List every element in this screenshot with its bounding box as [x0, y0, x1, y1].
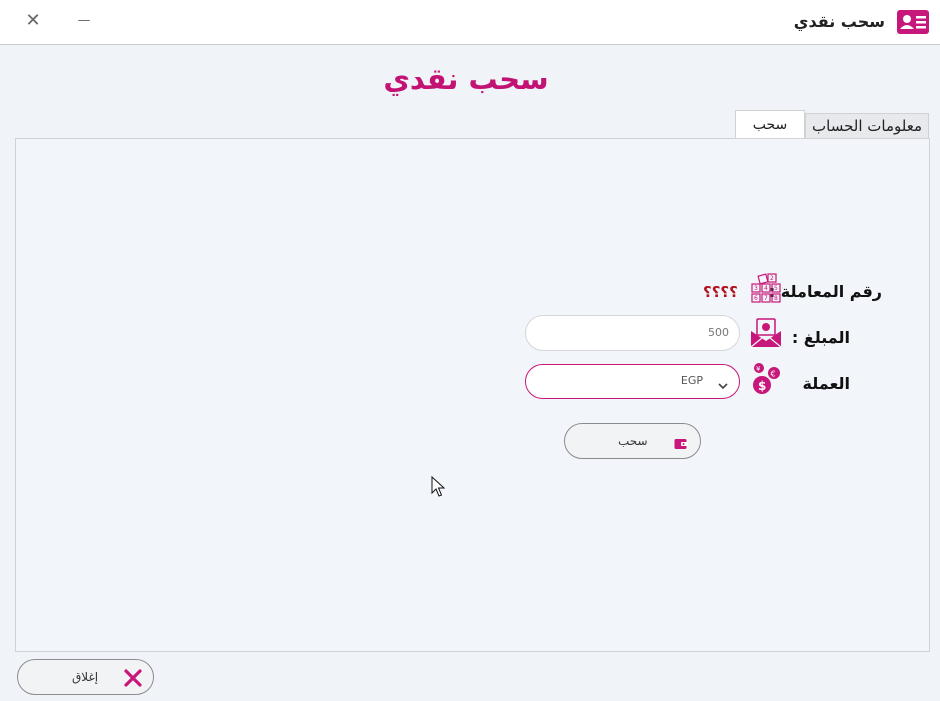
- number-blocks-icon: 2 345 678: [750, 273, 784, 309]
- mouse-cursor-icon: [431, 475, 446, 502]
- transaction-number-label: رقم المعاملة :: [768, 282, 882, 301]
- svg-text:€: €: [771, 370, 776, 379]
- currency-label: العملة: [802, 374, 850, 393]
- svg-text:2: 2: [770, 275, 774, 282]
- svg-text:$: $: [758, 379, 766, 393]
- money-envelope-icon: [749, 317, 783, 353]
- close-button[interactable]: إغلاق: [17, 659, 154, 695]
- svg-text:4: 4: [764, 285, 768, 292]
- transaction-number-value: ؟؟؟؟: [703, 283, 738, 301]
- withdraw-panel: [15, 138, 930, 652]
- title-bar: ✕ — سحب نقدي: [0, 0, 940, 45]
- svg-text:8: 8: [774, 295, 778, 302]
- currency-coins-icon: ¥ € $: [748, 362, 784, 400]
- page-title: سحب نقدي: [383, 62, 549, 96]
- close-x-icon: [124, 669, 142, 691]
- svg-text:¥: ¥: [756, 365, 761, 373]
- tab-withdraw[interactable]: سحب: [735, 110, 805, 138]
- amount-label: المبلغ :: [791, 328, 850, 347]
- amount-input[interactable]: 500: [525, 315, 740, 351]
- close-button-label: إغلاق: [72, 670, 99, 684]
- currency-select[interactable]: EGP: [525, 364, 740, 399]
- contact-card-icon: [897, 10, 929, 34]
- window-title: سحب نقدي: [793, 12, 885, 31]
- currency-selected-value: EGP: [680, 374, 703, 387]
- svg-text:3: 3: [754, 285, 758, 292]
- chevron-down-icon: [718, 376, 728, 395]
- window-minimize-button[interactable]: —: [69, 8, 99, 34]
- svg-text:6: 6: [754, 295, 758, 302]
- withdraw-button-label: سحب: [618, 434, 648, 448]
- svg-text:7: 7: [764, 295, 768, 302]
- window-close-button[interactable]: ✕: [18, 8, 48, 34]
- wallet-icon: [674, 435, 688, 454]
- tab-account-info[interactable]: معلومات الحساب: [805, 113, 929, 138]
- withdraw-button[interactable]: سحب: [564, 423, 701, 459]
- svg-text:5: 5: [774, 285, 778, 292]
